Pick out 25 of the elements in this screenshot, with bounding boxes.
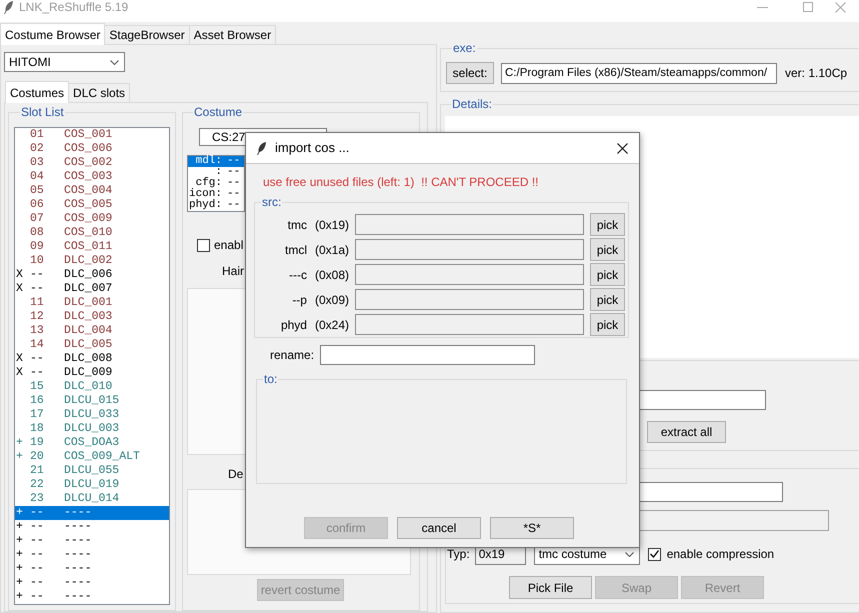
costume-title: Costume (193, 105, 244, 119)
warning-text: use free unused files (left: 1) !! CAN'T PROCEED !! (263, 175, 540, 189)
source-title: src: (261, 195, 282, 209)
slot-list-title: Slot List (20, 105, 65, 119)
exe-title: exe: (452, 41, 477, 55)
details-title: Details: (451, 97, 494, 111)
checkbox-label: enabl (214, 238, 244, 252)
file-code-label: (0x24) (314, 318, 349, 332)
type-label: Typ: (447, 547, 470, 561)
version-label: ver: 1.10Cp (785, 66, 848, 80)
file-code-label: (0x08) (314, 268, 349, 282)
file-code-label: (0x19) (314, 218, 349, 232)
file-type-label: tmcl (284, 242, 307, 256)
window-title: LNK_ReShuffle 5.19 (19, 0, 128, 14)
checkbox-label: enable compression (666, 547, 774, 561)
file-code-label: (0x1a) (314, 242, 349, 256)
file-type-label: --p (292, 292, 307, 306)
rename-label: rename: (270, 348, 314, 362)
target-title: to: (263, 372, 278, 386)
file-type-label: ---c (288, 268, 307, 282)
section-label: De (228, 467, 244, 481)
section-label: Hair (222, 264, 244, 278)
file-type-label: tmc (288, 218, 307, 232)
file-code-label: (0x09) (314, 292, 349, 306)
file-type-label: phyd (280, 318, 307, 332)
